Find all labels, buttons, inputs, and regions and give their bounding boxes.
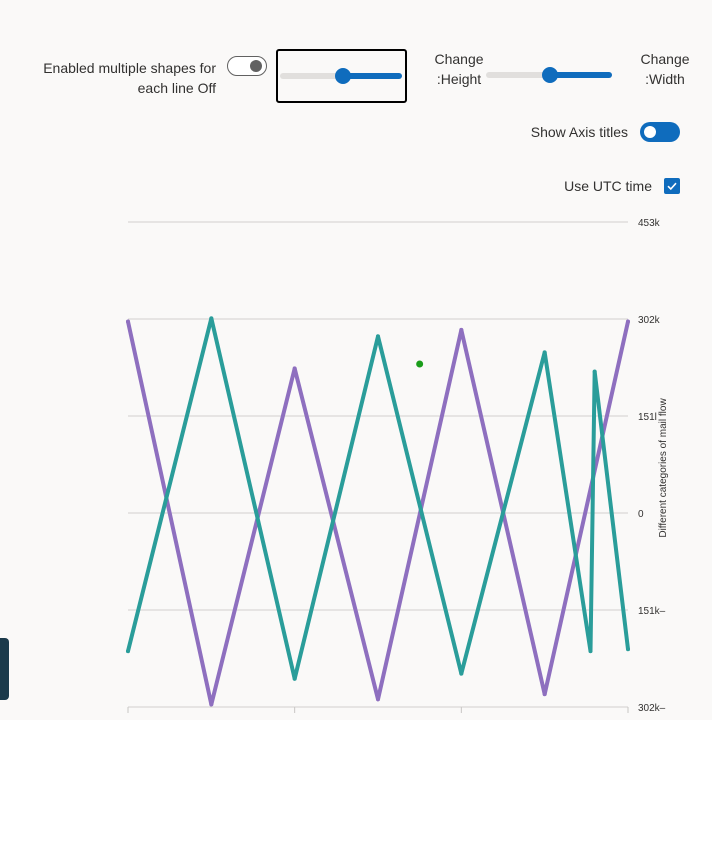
highlight-point[interactable]: [416, 360, 424, 368]
series-1-point[interactable]: [542, 692, 547, 697]
series-2-point[interactable]: [459, 671, 464, 676]
series-2-point[interactable]: [209, 316, 214, 321]
series-2-point[interactable]: [588, 649, 593, 654]
series-1-point[interactable]: [292, 366, 297, 371]
series-2-line[interactable]: [126, 316, 630, 681]
series-1-point[interactable]: [626, 319, 630, 324]
series-2-point[interactable]: [626, 647, 630, 652]
series-2-point[interactable]: [376, 334, 380, 339]
chart-panel: Enabled multiple shapes for each line Of…: [0, 0, 712, 720]
y-tick-label: 302k–: [638, 703, 666, 714]
y-axis-title: Different categories of mail flow: [658, 398, 669, 538]
series-1-point[interactable]: [376, 697, 380, 702]
line-chart: 453k 302k 151l 0 151k– 302k– Different catego…: [126, 218, 669, 714]
y-tick-label: 0: [638, 509, 644, 520]
y-tick-label: 151k–: [638, 606, 666, 617]
series-1-point[interactable]: [126, 319, 130, 324]
series-2-point[interactable]: [592, 369, 597, 374]
y-tick-label: 453k: [638, 218, 661, 229]
series-2-point[interactable]: [126, 649, 130, 654]
side-panel-tab[interactable]: [0, 638, 9, 700]
series-1-point[interactable]: [209, 702, 214, 707]
series-2-point[interactable]: [542, 350, 547, 355]
y-tick-label: 302k: [638, 315, 661, 326]
series-2-point[interactable]: [292, 676, 297, 681]
y-tick-label: 151l: [638, 412, 657, 423]
series-1-point[interactable]: [459, 327, 464, 332]
